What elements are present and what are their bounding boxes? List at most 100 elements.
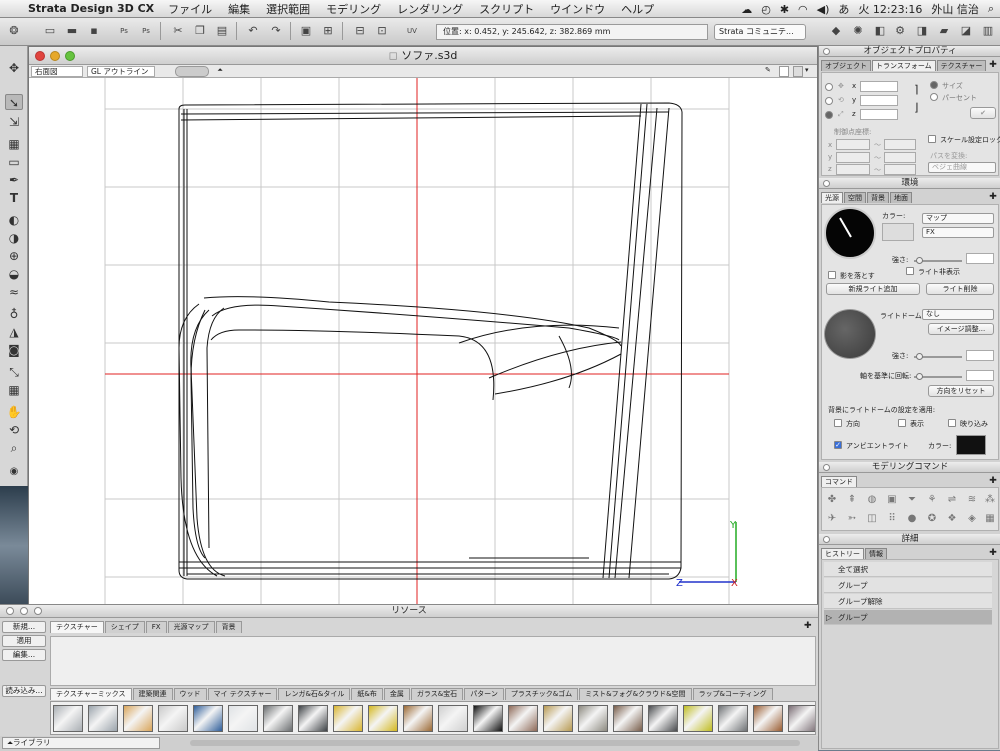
direct-select-icon[interactable]: ⇲ <box>5 114 23 130</box>
add-light-button[interactable]: 新規ライト追加 <box>826 283 920 295</box>
minimize-panel-icon[interactable] <box>20 607 28 615</box>
panel-menu-icon[interactable]: ✚ <box>988 193 998 203</box>
balls-command-icon[interactable]: ● <box>906 513 918 524</box>
sweep-tool-icon[interactable]: ⊕ <box>5 248 23 264</box>
fx-select[interactable]: FX <box>922 227 994 238</box>
book-icon[interactable]: ▥ <box>980 23 996 39</box>
category-tab[interactable]: 紙&布 <box>351 688 383 700</box>
distribute-icon[interactable]: ⊡ <box>374 23 390 39</box>
sofa-wireframe[interactable] <box>178 102 683 580</box>
minimize-window-icon[interactable] <box>50 51 60 61</box>
cube-command-icon[interactable]: ▣ <box>886 494 898 505</box>
tab-background[interactable]: 背景 <box>215 621 242 633</box>
y-value-field[interactable] <box>860 95 898 106</box>
tab-texture[interactable]: テクスチャー <box>50 621 104 633</box>
light-strength-field[interactable] <box>966 253 994 264</box>
texture-swatch[interactable] <box>403 704 433 732</box>
document-titlebar[interactable]: ◻ ソファ.s3d <box>29 47 817 65</box>
viewport-canvas[interactable]: Y Z X <box>29 78 817 604</box>
tab-fx[interactable]: FX <box>145 621 167 633</box>
funnel-command-icon[interactable]: ⏷ <box>906 494 918 505</box>
light-bulb-icon[interactable]: ♁ <box>5 306 23 322</box>
photoshop-export-icon[interactable]: Ps <box>116 23 132 39</box>
dome-strength-field[interactable] <box>966 350 994 361</box>
texture-swatch[interactable] <box>123 704 153 732</box>
texture-swatch[interactable] <box>578 704 608 732</box>
bluetooth-icon[interactable]: ✱ <box>780 3 789 16</box>
wifi-icon[interactable]: ◠ <box>798 3 808 16</box>
apply-reflection-checkbox[interactable] <box>948 419 956 427</box>
app-name-menu[interactable]: Strata Design 3D CX <box>28 2 154 15</box>
category-tab[interactable]: パターン <box>464 688 504 700</box>
connect-command-icon[interactable]: ⇌ <box>946 494 958 505</box>
cube-split-command-icon[interactable]: ◈ <box>966 513 978 524</box>
dots-command-icon[interactable]: ⠿ <box>886 513 898 524</box>
texture-swatch[interactable] <box>683 704 713 732</box>
deform-tool-icon[interactable]: ≈ <box>5 284 23 300</box>
apply-check-button[interactable]: ✔ <box>970 107 996 119</box>
apply-resource-button[interactable]: 適用 <box>2 635 46 647</box>
category-tab[interactable]: マイ テクスチャー <box>207 688 278 700</box>
category-tab[interactable]: ガラス&宝石 <box>410 688 464 700</box>
group-icon[interactable]: ▣ <box>298 23 314 39</box>
menu-file[interactable]: ファイル <box>168 1 212 17</box>
render-camera-icon[interactable]: ◉ <box>5 464 23 480</box>
rectangle-tool-icon[interactable]: ▭ <box>5 154 23 170</box>
uv-icon[interactable]: UV <box>404 23 420 39</box>
grid-toggle-icon[interactable] <box>779 66 789 77</box>
hand-tool-icon[interactable]: ✋ <box>5 404 23 420</box>
new-document-icon[interactable]: ▭ <box>42 23 58 39</box>
category-tab[interactable]: 金属 <box>383 688 410 700</box>
rotate-view-icon[interactable]: ⟲ <box>5 422 23 438</box>
extrude-tool-icon[interactable]: ◑ <box>5 230 23 246</box>
scale-lock-checkbox[interactable] <box>928 135 936 143</box>
pencil-icon[interactable]: ✎ <box>765 66 775 77</box>
texture-swatch[interactable] <box>228 704 258 732</box>
category-tab[interactable]: プラスチック&ゴム <box>504 688 579 700</box>
history-item[interactable]: 全て選択 <box>824 562 992 577</box>
zoom-panel-icon[interactable] <box>34 607 42 615</box>
texture-icon[interactable]: ◨ <box>914 23 930 39</box>
move-radio[interactable] <box>825 83 833 91</box>
sphere-command-icon[interactable]: ◍ <box>866 494 878 505</box>
texture-swatch[interactable] <box>193 704 223 732</box>
rotate-radio[interactable] <box>825 97 833 105</box>
menu-rendering[interactable]: レンダリング <box>397 1 463 17</box>
close-panel-icon[interactable] <box>823 464 830 471</box>
light-strength-slider[interactable] <box>914 257 962 264</box>
view-menu-icon[interactable]: ▾ <box>805 66 815 77</box>
texture-swatch[interactable] <box>263 704 293 732</box>
save-icon[interactable]: ▪ <box>86 23 102 39</box>
texture-swatch[interactable] <box>333 704 363 732</box>
settings-gear-icon[interactable]: ⚙ <box>892 23 908 39</box>
twist-command-icon[interactable]: ✪ <box>926 513 938 524</box>
tab-shape[interactable]: シェイプ <box>104 621 145 633</box>
ambient-light-checkbox[interactable]: ✓ <box>834 441 842 449</box>
x-value-field[interactable] <box>860 81 898 92</box>
close-panel-icon[interactable] <box>823 48 830 55</box>
control-x2-field[interactable] <box>884 139 916 150</box>
apply-display-checkbox[interactable] <box>898 419 906 427</box>
tab-lightmap[interactable]: 光源マップ <box>167 621 215 633</box>
tab-texture[interactable]: テクスチャー <box>936 60 987 71</box>
texture-swatch[interactable] <box>368 704 398 732</box>
tab-space[interactable]: 空間 <box>844 192 866 203</box>
z-value-field[interactable] <box>860 109 898 120</box>
edit-resource-button[interactable]: 編集... <box>2 649 46 661</box>
category-tab[interactable]: ミスト&フォグ&クラウド&空間 <box>579 688 692 700</box>
texture-swatch[interactable] <box>508 704 538 732</box>
move-tool-icon[interactable]: ✥ <box>5 60 23 76</box>
category-tab[interactable]: 建築関連 <box>132 688 173 700</box>
redo-icon[interactable]: ↷ <box>268 23 284 39</box>
skin-tool-icon[interactable]: ◒ <box>5 266 23 282</box>
object-icon[interactable]: ▰ <box>936 23 952 39</box>
texture-swatch[interactable] <box>753 704 783 732</box>
delete-light-button[interactable]: ライト削除 <box>926 283 994 295</box>
input-method-icon[interactable]: あ <box>838 1 849 17</box>
tab-transform[interactable]: トランスフォーム <box>872 60 936 71</box>
control-z2-field[interactable] <box>884 164 916 175</box>
texture-swatch[interactable] <box>158 704 188 732</box>
volume-icon[interactable]: ◀) <box>817 3 830 16</box>
layout-icon[interactable] <box>793 66 803 77</box>
scatter-command-icon[interactable]: ⁂ <box>984 494 996 505</box>
